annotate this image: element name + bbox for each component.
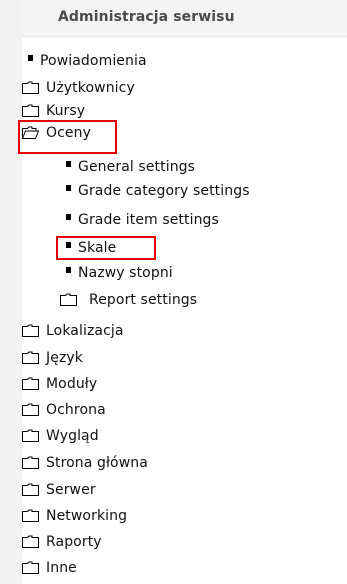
bullet-icon — [66, 214, 71, 220]
tree-item-serwer[interactable]: Serwer — [22, 479, 96, 501]
tree-item-report-settings[interactable]: Report settings — [60, 289, 197, 311]
folder-closed-icon — [22, 483, 39, 496]
tree-item-lokalizacja[interactable]: Lokalizacja — [22, 320, 124, 342]
tree-item-label: Język — [46, 350, 83, 366]
folder-closed-icon — [22, 509, 39, 522]
tree-item-label: Użytkownicy — [46, 80, 135, 96]
tree-item-general-settings[interactable]: General settings — [66, 156, 195, 178]
folder-closed-icon — [22, 429, 39, 442]
tree-item-label: Strona główna — [46, 455, 148, 471]
tree-item-label: Report settings — [89, 292, 198, 308]
folder-closed-icon — [22, 324, 39, 337]
tree-item-grade-item-settings[interactable]: Grade item settings — [66, 209, 219, 231]
tree-item-label: Grade category settings — [78, 183, 250, 199]
tree-item-label: General settings — [78, 159, 196, 175]
tree-item-label: Kursy — [46, 103, 86, 119]
tree-item-inne[interactable]: Inne — [22, 557, 77, 579]
tree-item-label: Lokalizacja — [46, 323, 124, 339]
bullet-icon — [66, 161, 71, 167]
tree-item-wyglad[interactable]: Wygląd — [22, 425, 99, 447]
folder-closed-icon — [22, 351, 39, 364]
tree-item-label: Networking — [46, 508, 128, 524]
tree-item-label: Inne — [46, 560, 77, 576]
folder-closed-icon — [22, 561, 39, 574]
folder-closed-icon — [22, 104, 39, 117]
tree-item-networking[interactable]: Networking — [22, 505, 127, 527]
tree-item-label: Grade item settings — [78, 212, 219, 228]
folder-closed-icon — [22, 403, 39, 416]
folder-closed-icon — [22, 81, 39, 94]
tree-item-label: Nazwy stopni — [78, 265, 173, 281]
highlight-box-oceny — [18, 120, 117, 154]
tree-item-powiadomienia[interactable]: Powiadomienia — [28, 50, 147, 72]
bullet-icon — [28, 55, 33, 61]
tree-item-label: Serwer — [46, 482, 96, 498]
tree-item-nazwy-stopni[interactable]: Nazwy stopni — [66, 262, 173, 284]
tree-item-raporty[interactable]: Raporty — [22, 531, 102, 553]
tree-item-strona-glowna[interactable]: Strona główna — [22, 452, 148, 474]
bullet-icon — [66, 267, 71, 273]
tree-item-kursy[interactable]: Kursy — [22, 100, 85, 122]
tree-item-label: Moduły — [46, 376, 98, 392]
tree-item-jezyk[interactable]: Język — [22, 347, 83, 369]
tree-item-grade-category-settings[interactable]: Grade category settings — [66, 180, 250, 202]
tree-item-ochrona[interactable]: Ochrona — [22, 399, 106, 421]
block-title: Administracja serwisu — [58, 9, 235, 25]
block-header: Administracja serwisu − — [22, 0, 347, 37]
tree-item-moduly[interactable]: Moduły — [22, 373, 97, 395]
highlight-box-skale — [56, 236, 156, 260]
folder-closed-icon — [22, 535, 39, 548]
bullet-icon — [66, 185, 71, 191]
folder-closed-icon — [22, 456, 39, 469]
folder-closed-icon — [22, 377, 39, 390]
tree-item-uzytkownicy[interactable]: Użytkownicy — [22, 77, 135, 99]
tree-item-label: Wygląd — [46, 428, 99, 444]
tree-item-label: Raporty — [46, 534, 102, 550]
folder-closed-icon — [60, 293, 77, 306]
tree-item-label: Powiadomienia — [40, 53, 147, 69]
tree-item-label: Ochrona — [46, 402, 106, 418]
